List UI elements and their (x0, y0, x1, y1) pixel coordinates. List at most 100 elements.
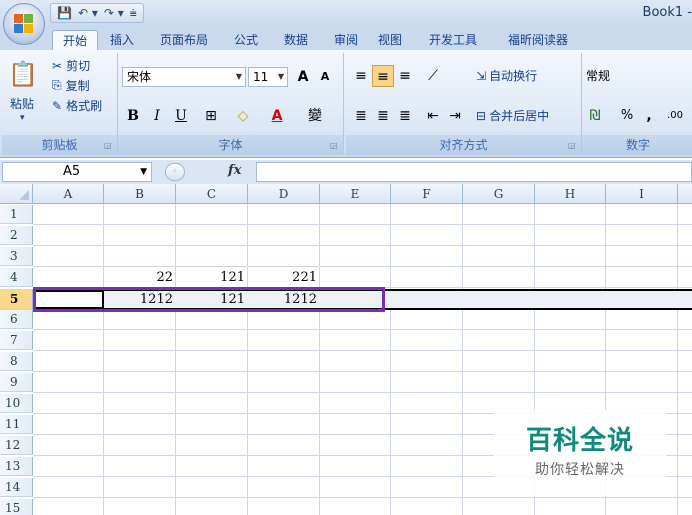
undo-button[interactable]: ↶ ▾ (76, 6, 100, 20)
font-color-button[interactable]: A (266, 105, 288, 127)
merge-icon: ⊟ (476, 108, 487, 123)
clipboard-launcher-icon[interactable]: ◲ (104, 141, 114, 151)
orientation-icon[interactable]: ⟋ (422, 65, 444, 87)
name-box[interactable]: A5 ▼ (2, 162, 152, 182)
italic-button[interactable]: I (146, 105, 168, 127)
tab-data[interactable]: 数据 (278, 30, 314, 50)
column-header-a[interactable]: A (33, 184, 104, 204)
paste-icon[interactable]: 📋 (8, 59, 38, 89)
comma-button[interactable]: , (638, 105, 660, 127)
tab-formulas[interactable]: 公式 (228, 30, 264, 50)
row-header-11[interactable]: 11 (0, 415, 33, 434)
wrap-text-button[interactable]: ⇲ 自动换行 (476, 67, 537, 84)
font-name-combo[interactable]: 宋体 ▼ (122, 67, 246, 87)
align-bottom-icon[interactable]: ≡ (394, 65, 416, 87)
row-header-9[interactable]: 9 (0, 373, 33, 392)
font-size-combo[interactable]: 11 ▼ (248, 67, 288, 87)
clipboard-group: 📋 粘贴 ▾ ✂ 剪切 ⎘ 复制 ✎ 格式刷 剪贴板 ◲ (2, 53, 118, 155)
column-header-c[interactable]: C (176, 184, 248, 204)
shrink-font-button[interactable]: A (314, 66, 336, 88)
row-header-14[interactable]: 14 (0, 478, 33, 497)
paste-dropdown-icon[interactable]: ▾ (20, 113, 25, 123)
column-header-h[interactable]: H (535, 184, 606, 204)
underline-button[interactable]: U (170, 105, 192, 127)
office-button[interactable] (3, 3, 45, 45)
tab-view[interactable]: 视图 (372, 30, 408, 50)
increase-decimal-button[interactable]: .00 (664, 105, 686, 127)
copy-button[interactable]: ⎘ 复制 (52, 77, 90, 94)
tab-review[interactable]: 审阅 (328, 30, 364, 50)
font-launcher-icon[interactable]: ◲ (330, 141, 340, 151)
column-header-g[interactable]: G (463, 184, 535, 204)
grow-font-button[interactable]: A (292, 66, 314, 88)
grid-line (33, 329, 692, 330)
copy-icon: ⎘ (52, 78, 62, 92)
grid-line (33, 224, 692, 225)
watermark: 百科全说 助你轻松解决 (494, 410, 666, 496)
cell-c4[interactable]: 121 (176, 268, 248, 287)
row-header-15[interactable]: 15 (0, 499, 33, 515)
select-all-button[interactable] (0, 184, 33, 204)
formula-input[interactable] (256, 162, 692, 182)
accounting-format-icon[interactable]: ₪ (584, 105, 606, 127)
column-header-j[interactable] (678, 184, 692, 204)
grid-line (175, 204, 176, 515)
merge-center-button[interactable]: ⊟ 合并后居中 (476, 107, 549, 124)
column-header-e[interactable]: E (320, 184, 391, 204)
phonetic-button[interactable]: 變 (304, 105, 326, 127)
align-left-icon[interactable]: ≣ (350, 105, 372, 127)
quick-access-toolbar: 💾 ↶ ▾ ↷ ▾ ⩧ (50, 3, 144, 23)
align-middle-icon[interactable]: ≡ (372, 65, 394, 87)
tab-developer[interactable]: 开发工具 (422, 30, 484, 50)
column-header-i[interactable]: I (606, 184, 678, 204)
row-header-12[interactable]: 12 (0, 436, 33, 455)
column-header-f[interactable]: F (391, 184, 463, 204)
tab-insert[interactable]: 插入 (104, 30, 140, 50)
customize-qat-button[interactable]: ⩧ (128, 6, 139, 21)
row-header-3[interactable]: 3 (0, 247, 33, 266)
row-header-8[interactable]: 8 (0, 352, 33, 371)
formula-row: A5 ▼ ◦ fx (0, 160, 692, 184)
font-group-label: 字体 (118, 135, 343, 155)
align-center-icon[interactable]: ≣ (372, 105, 394, 127)
row-header-1[interactable]: 1 (0, 205, 33, 224)
cut-label: 剪切 (66, 59, 91, 73)
cell-d4[interactable]: 221 (248, 268, 320, 287)
border-button[interactable]: ⊞ (200, 105, 222, 127)
column-header-b[interactable]: B (104, 184, 176, 204)
number-format-combo[interactable]: 常规 (586, 67, 610, 84)
redo-button[interactable]: ↷ ▾ (102, 6, 126, 20)
format-painter-button[interactable]: ✎ 格式刷 (52, 97, 102, 114)
chevron-down-icon: ▼ (277, 72, 284, 81)
row-header-10[interactable]: 10 (0, 394, 33, 413)
grid-line (33, 497, 692, 498)
window-title: Book1 - (642, 5, 692, 20)
row-header-4[interactable]: 4 (0, 268, 33, 287)
paste-button[interactable]: 粘贴 (10, 95, 34, 112)
save-icon[interactable]: 💾 (55, 6, 74, 20)
row-header-7[interactable]: 7 (0, 331, 33, 350)
font-name-value: 宋体 (127, 70, 152, 84)
chevron-down-icon: ▼ (140, 167, 147, 177)
cell-b4[interactable]: 22 (104, 268, 176, 287)
row-header-2[interactable]: 2 (0, 226, 33, 245)
cut-button[interactable]: ✂ 剪切 (52, 57, 90, 74)
tab-home[interactable]: 开始 (52, 30, 98, 50)
bold-button[interactable]: B (122, 105, 144, 127)
align-right-icon[interactable]: ≣ (394, 105, 416, 127)
decrease-indent-icon[interactable]: ⇤ (422, 105, 444, 127)
insert-function-icon[interactable]: fx (228, 163, 241, 178)
row-header-5[interactable]: 5 (0, 289, 33, 310)
formula-bar-handle[interactable]: ◦ (165, 163, 185, 181)
row-header-6[interactable]: 6 (0, 310, 33, 329)
column-header-d[interactable]: D (248, 184, 320, 204)
row-header-13[interactable]: 13 (0, 457, 33, 476)
align-top-icon[interactable]: ≡ (350, 65, 372, 87)
fill-color-button[interactable]: ◇ (232, 105, 254, 127)
alignment-launcher-icon[interactable]: ◲ (568, 141, 578, 151)
increase-indent-icon[interactable]: ⇥ (444, 105, 466, 127)
tab-foxit-reader[interactable]: 福昕阅读器 (498, 30, 578, 50)
percent-button[interactable]: % (616, 105, 638, 127)
tab-page-layout[interactable]: 页面布局 (152, 30, 216, 50)
font-size-value: 11 (253, 70, 269, 84)
